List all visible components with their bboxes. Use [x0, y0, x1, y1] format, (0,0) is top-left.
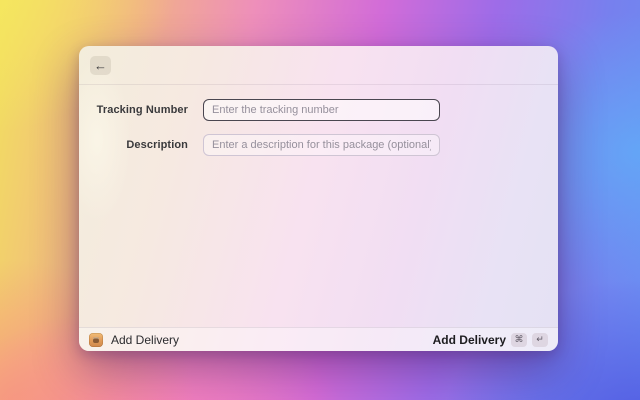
back-arrow-icon: ←: [94, 59, 107, 72]
description-label: Description: [79, 139, 188, 151]
desktop-background: { "window": { "back_button_icon": "←", "…: [0, 0, 640, 400]
return-key-icon: ↵: [532, 333, 548, 347]
add-delivery-window: ← Tracking Number Description Add Delive…: [79, 46, 558, 351]
description-input[interactable]: [203, 134, 440, 156]
tracking-number-input[interactable]: [203, 99, 440, 121]
add-delivery-button[interactable]: Add Delivery ⌘ ↵: [433, 333, 548, 347]
tracking-number-label: Tracking Number: [79, 104, 188, 116]
parcel-app-icon: [89, 333, 103, 347]
decorative-blob: [79, 60, 145, 260]
footer-bar: Add Delivery Add Delivery ⌘ ↵: [79, 327, 558, 351]
command-key-icon: ⌘: [511, 333, 527, 347]
footer-title: Add Delivery: [111, 333, 179, 347]
window-header: ←: [79, 46, 558, 85]
back-button[interactable]: ←: [90, 56, 111, 75]
add-delivery-button-label: Add Delivery: [433, 333, 506, 347]
